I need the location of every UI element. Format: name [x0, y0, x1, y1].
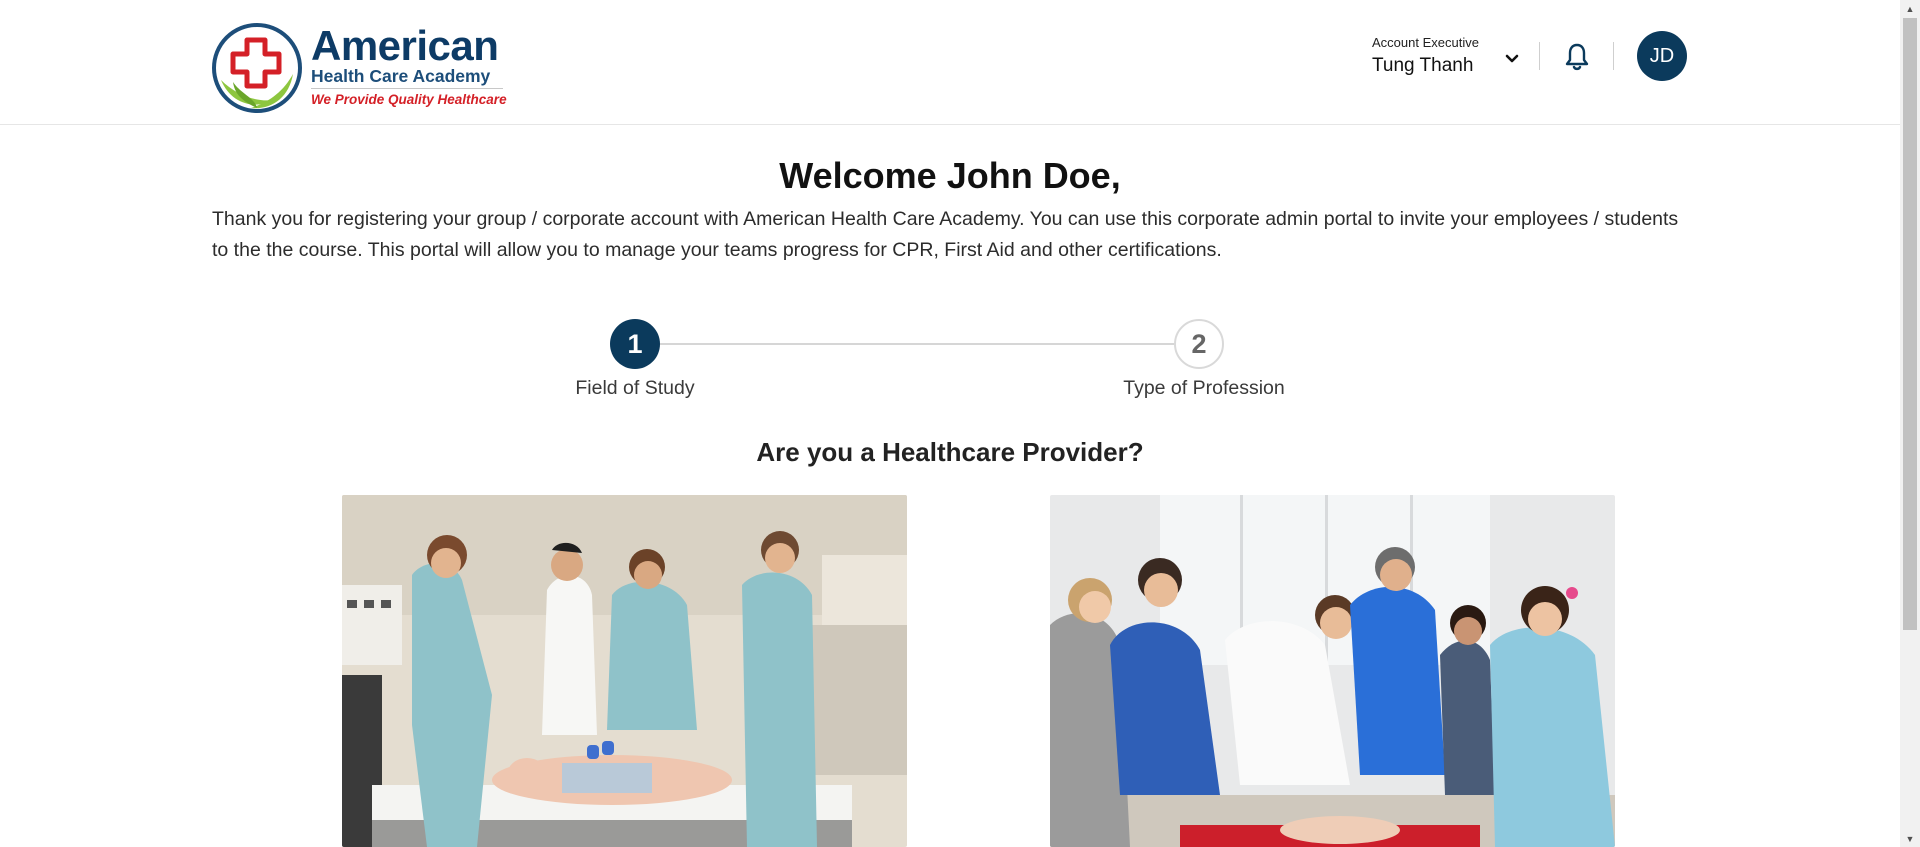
- non-healthcare-option[interactable]: [1050, 495, 1615, 847]
- step-1-label: Field of Study: [575, 377, 695, 399]
- account-role: Account Executive: [1372, 35, 1479, 50]
- healthcare-provider-image: [342, 495, 907, 847]
- logo-tagline: We Provide Quality Healthcare: [311, 92, 507, 107]
- step-2-indicator[interactable]: 2: [1174, 319, 1224, 369]
- step-1-indicator[interactable]: 1: [610, 319, 660, 369]
- scrollbar-thumb[interactable]: [1903, 18, 1917, 630]
- header-divider: [1539, 42, 1540, 70]
- page-title: Welcome John Doe,: [779, 155, 1121, 196]
- brand-logo[interactable]: American Health Care Academy We Provide …: [211, 22, 507, 114]
- scroll-down-arrow-icon[interactable]: ▼: [1900, 830, 1920, 847]
- account-switcher[interactable]: Account Executive Tung Thanh: [1372, 35, 1522, 83]
- account-name: Tung Thanh: [1372, 55, 1474, 76]
- scroll-up-arrow-icon[interactable]: ▲: [1900, 0, 1920, 17]
- logo-divider: [311, 88, 503, 89]
- non-healthcare-image: [1050, 495, 1615, 847]
- healthcare-provider-option[interactable]: [342, 495, 907, 847]
- avatar[interactable]: JD: [1637, 31, 1687, 81]
- chevron-down-icon[interactable]: [1502, 49, 1522, 69]
- bell-icon[interactable]: [1564, 42, 1590, 72]
- question-heading: Are you a Healthcare Provider?: [756, 437, 1144, 467]
- logo-subtitle: Health Care Academy: [311, 66, 491, 86]
- header-divider: [1613, 42, 1614, 70]
- step-2-label: Type of Profession: [1123, 377, 1285, 399]
- page-scrollbar[interactable]: ▲ ▼: [1900, 0, 1920, 847]
- logo-emblem-icon: [212, 23, 302, 113]
- stepper-connector: [660, 343, 1200, 345]
- logo-title: American: [311, 22, 499, 69]
- intro-text: Thank you for registering your group / c…: [212, 208, 1679, 261]
- top-header: American Health Care Academy We Provide …: [0, 0, 1900, 125]
